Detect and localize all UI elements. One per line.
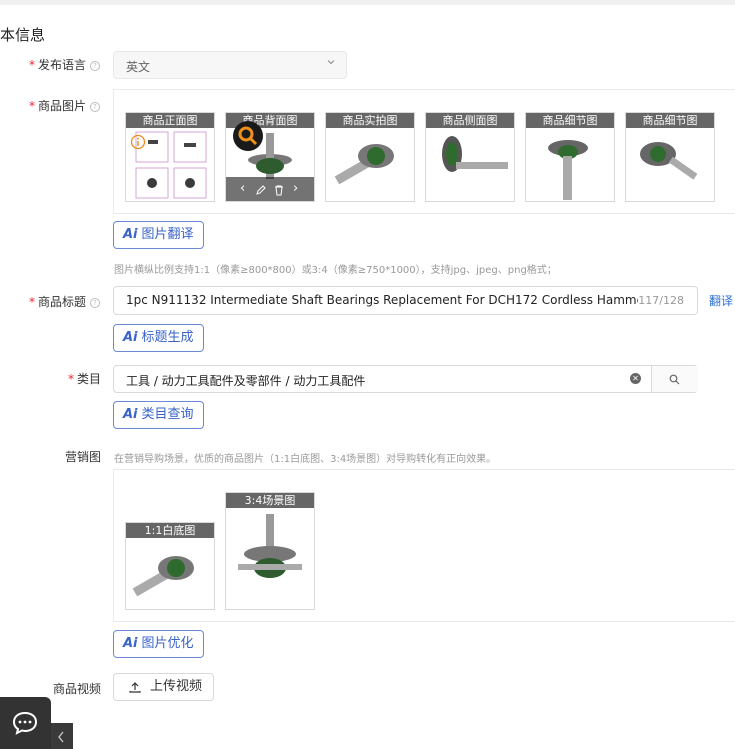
required-mark: * [29, 99, 35, 113]
product-image [334, 144, 394, 185]
thumb-caption: 1:1白底图 [126, 523, 214, 538]
thumb-caption: 商品侧面图 [426, 113, 514, 128]
marketing-label: 营销图 [65, 450, 102, 464]
image-thumb-front[interactable]: 商品正面图 [125, 112, 215, 202]
help-icon[interactable]: ? [90, 101, 101, 112]
chevron-down-icon [327, 60, 335, 65]
title-generate-button[interactable]: Ai 标题生成 [113, 324, 204, 352]
category-label: * 类目 [68, 372, 102, 386]
help-icon[interactable]: ? [90, 297, 101, 308]
product-image [442, 136, 508, 172]
category-value: 工具 / 动力工具配件及零部件 / 动力工具配件 [126, 374, 366, 388]
image-thumb-real[interactable]: 商品实拍图 [325, 112, 415, 202]
image-thumb-detail-1[interactable]: 商品细节图 [525, 112, 615, 202]
language-label: * 发布语言? [29, 56, 101, 73]
clear-icon[interactable]: ✕ [630, 373, 641, 384]
video-label: 商品视频 [53, 682, 102, 696]
category-query-button[interactable]: Ai 类目查询 [113, 401, 204, 429]
thumb-caption: 商品细节图 [526, 113, 614, 128]
product-title-input[interactable]: 1pc N911132 Intermediate Shaft Bearings … [113, 286, 698, 315]
product-image [640, 142, 698, 180]
ai-icon: Ai [123, 636, 138, 651]
ai-icon: Ai [123, 227, 138, 242]
language-select[interactable]: 英文 [113, 51, 347, 79]
collapse-tab[interactable] [51, 723, 73, 749]
product-image [548, 140, 588, 200]
translate-link[interactable]: 翻译 [709, 292, 733, 309]
title-label: * 商品标题? [29, 293, 101, 310]
category-input[interactable]: 工具 / 动力工具配件及零部件 / 动力工具配件 ✕ [113, 365, 698, 393]
upload-icon [129, 682, 141, 693]
prev-icon[interactable]: ‹ [240, 181, 245, 196]
next-icon[interactable]: › [293, 181, 298, 196]
product-image [238, 514, 302, 578]
thumb-caption: 商品细节图 [626, 113, 714, 128]
marketing-thumb-white-bg[interactable]: 1:1白底图 [125, 522, 215, 610]
image-optimize-button[interactable]: Ai 图片优化 [113, 630, 204, 658]
marketing-thumb-scene[interactable]: 3:4场景图 [225, 492, 315, 610]
top-divider [0, 0, 735, 5]
image-thumb-side[interactable]: 商品侧面图 [425, 112, 515, 202]
language-value: 英文 [126, 60, 151, 74]
required-mark: * [29, 58, 35, 72]
chat-bubble-icon [12, 711, 38, 735]
section-title: 本信息 [0, 26, 46, 44]
chat-button[interactable] [0, 697, 51, 749]
images-label: * 商品图片? [29, 97, 101, 114]
ai-icon: Ai [123, 407, 138, 422]
edit-icon[interactable] [255, 184, 267, 196]
info-icon [130, 134, 146, 150]
upload-video-button[interactable]: 上传视频 [113, 673, 214, 701]
char-count: 117/128 [638, 294, 684, 307]
thumb-caption: 商品正面图 [126, 113, 214, 128]
product-image [132, 556, 194, 597]
category-search-button[interactable] [651, 366, 698, 392]
image-translate-button[interactable]: Ai 图片翻译 [113, 221, 204, 249]
search-icon [669, 374, 680, 385]
zoom-search-icon[interactable] [233, 121, 263, 151]
delete-icon[interactable] [273, 184, 285, 196]
image-format-hint: 图片横纵比例支持1:1（像素≥800*800）或3:4（像素≥750*1000）… [114, 265, 557, 276]
chevron-left-icon [58, 731, 64, 743]
title-value: 1pc N911132 Intermediate Shaft Bearings … [126, 293, 638, 307]
thumb-caption: 3:4场景图 [226, 493, 314, 508]
thumb-caption: 商品实拍图 [326, 113, 414, 128]
image-thumb-detail-2[interactable]: 商品细节图 [625, 112, 715, 202]
required-mark: * [29, 295, 35, 309]
marketing-hint: 在营销导购场景，优质的商品图片（1:1白底图、3:4场景图）对导购转化有正向效果… [114, 454, 497, 465]
required-mark: * [68, 372, 74, 386]
help-icon[interactable]: ? [90, 60, 101, 71]
ai-icon: Ai [123, 330, 138, 345]
